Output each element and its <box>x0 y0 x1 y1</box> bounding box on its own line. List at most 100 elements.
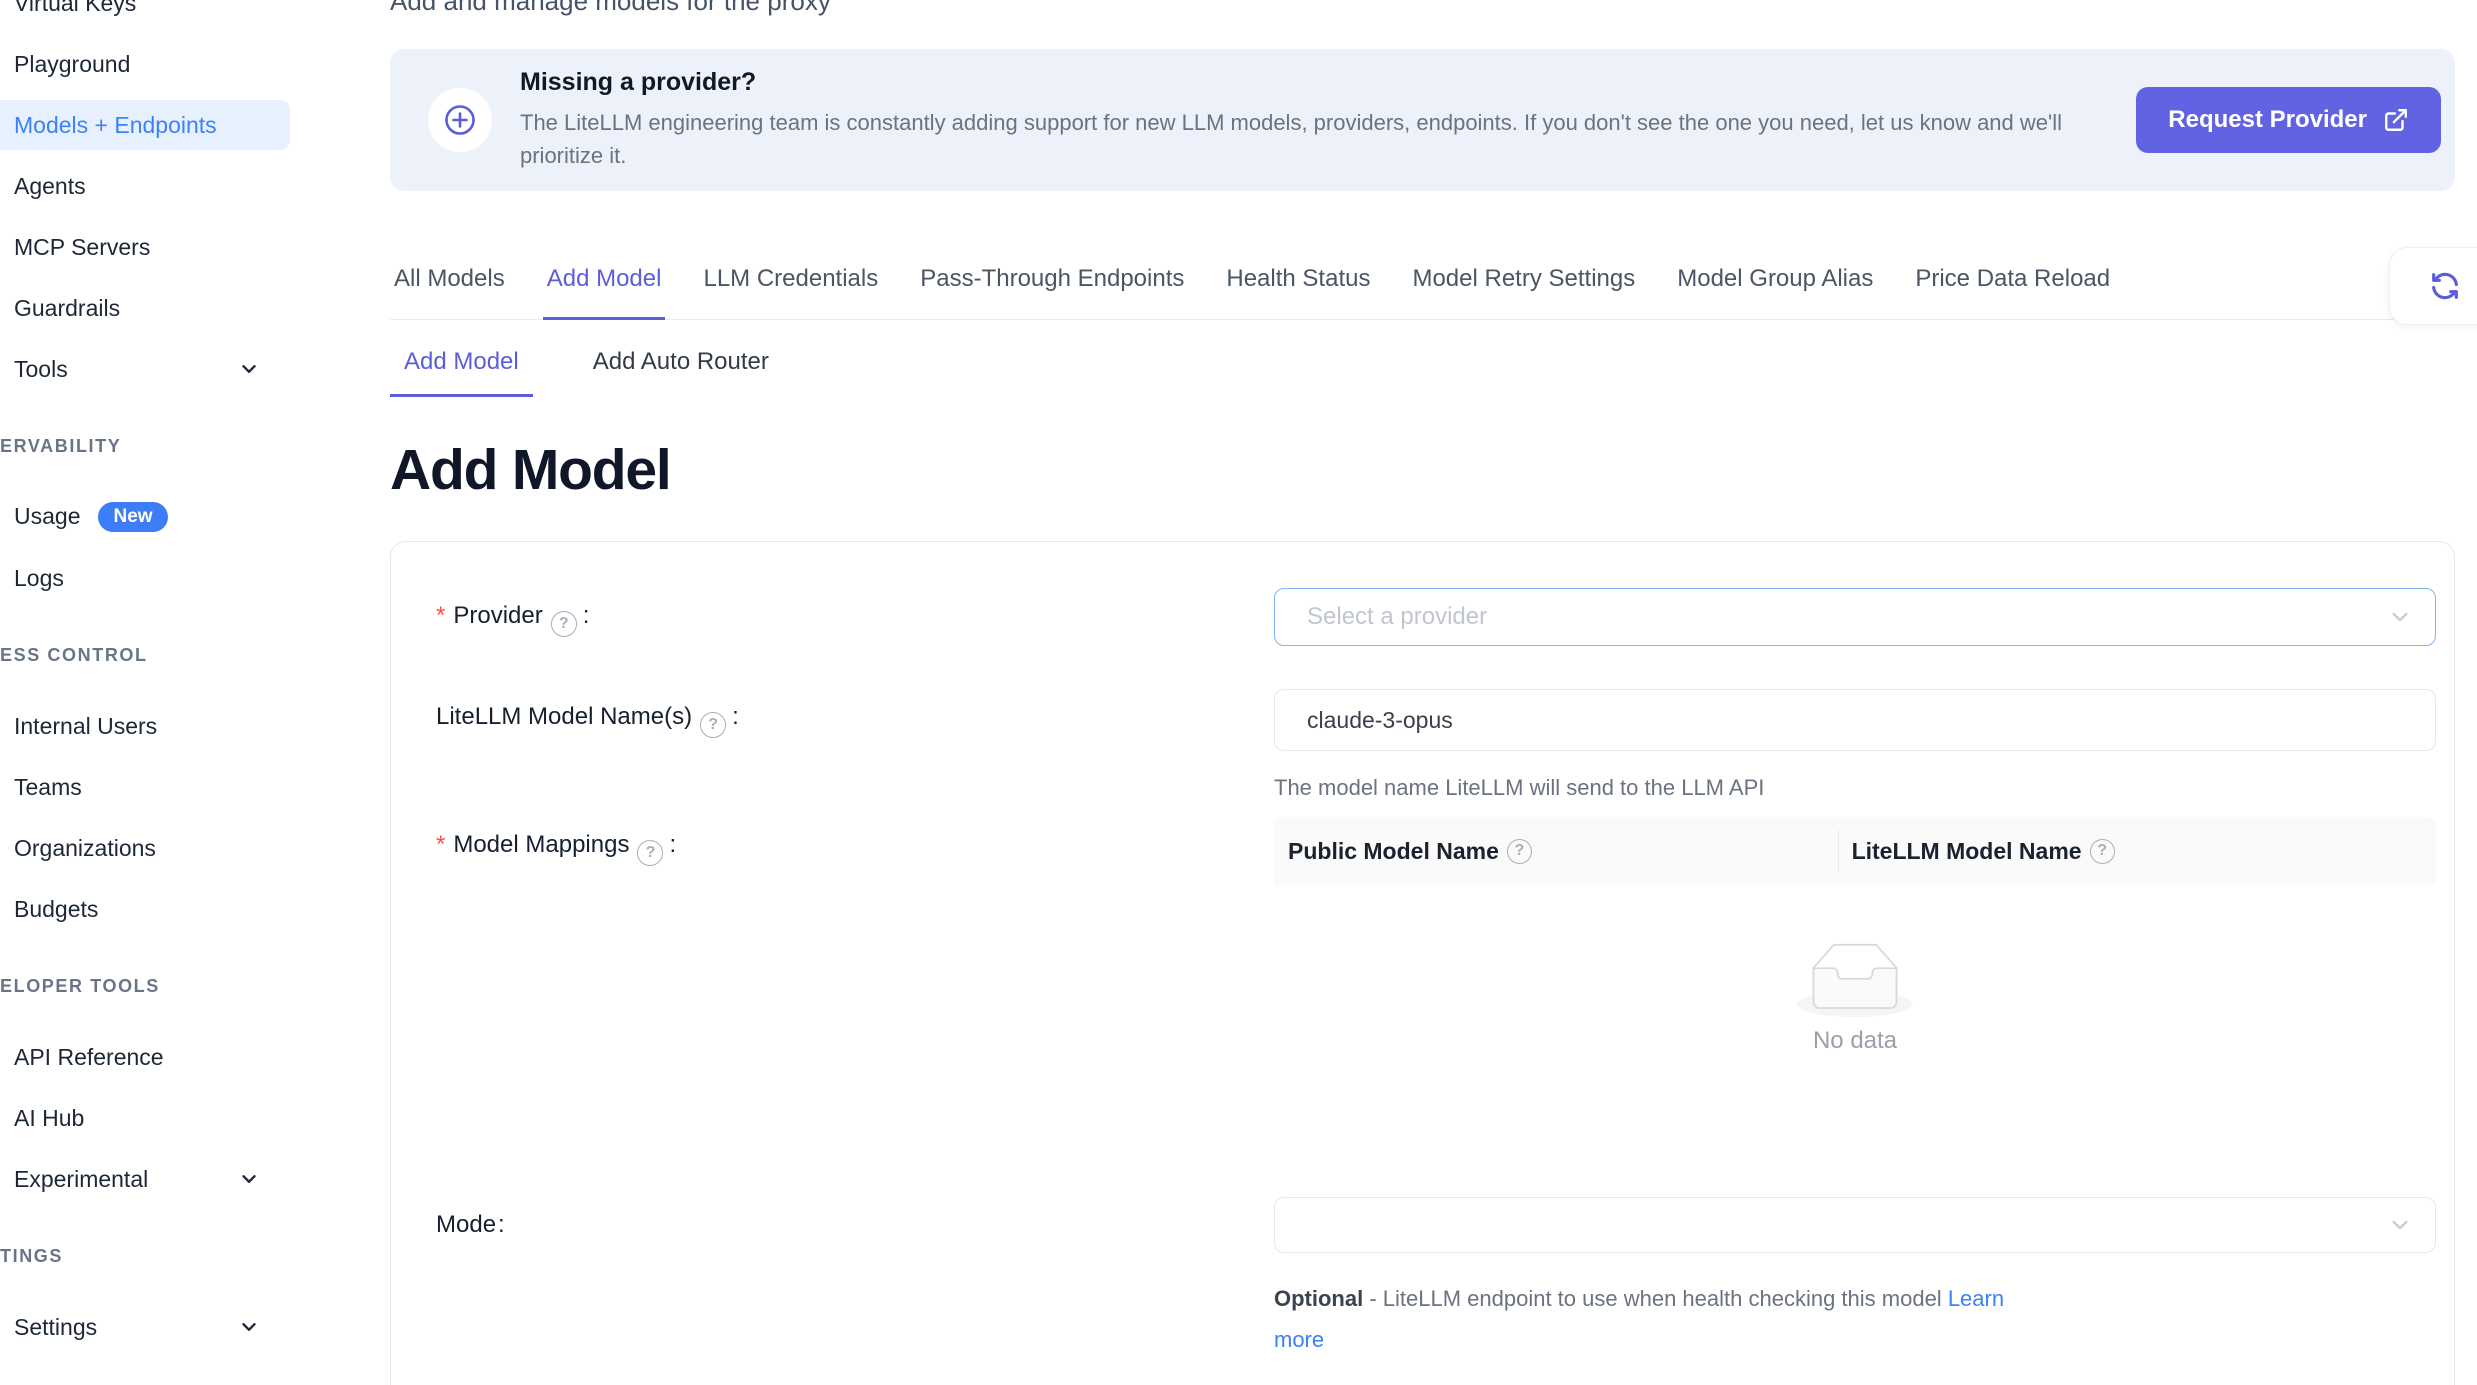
subtab-add-auto-router[interactable]: Add Auto Router <box>579 348 783 397</box>
sidebar-item-label: Guardrails <box>14 295 120 322</box>
sidebar-item-label: Internal Users <box>14 713 157 740</box>
empty-state: No data <box>1274 885 2436 1107</box>
provider-placeholder: Select a provider <box>1307 603 1487 631</box>
sidebar-item-label: AI Hub <box>14 1105 84 1132</box>
sidebar-item-guardrails[interactable]: Guardrails <box>6 283 290 333</box>
sidebar-item-api-reference[interactable]: API Reference <box>6 1032 290 1082</box>
question-circle-icon[interactable]: ? <box>551 611 577 637</box>
mode-row: Mode: Optional - LiteLLM endpoint to use… <box>436 1197 2436 1360</box>
model-mappings-label: *Model Mappings?: <box>436 817 1274 1107</box>
model-name-label: LiteLLM Model Name(s)?: <box>436 689 1274 801</box>
sidebar-item-teams[interactable]: Teams <box>6 762 290 812</box>
tab-llm-credentials[interactable]: LLM Credentials <box>699 265 882 320</box>
sidebar-item-label: Tools <box>14 356 68 383</box>
mappings-table-header: Public Model Name? LiteLLM Model Name? <box>1274 817 2436 885</box>
sidebar-item-tools[interactable]: Tools <box>6 344 290 394</box>
mode-select[interactable] <box>1274 1197 2436 1253</box>
sidebar: Virtual Keys Playground Models + Endpoin… <box>0 0 300 1385</box>
tab-model-retry-settings[interactable]: Model Retry Settings <box>1408 265 1639 320</box>
banner-description: The LiteLLM engineering team is constant… <box>520 106 2110 172</box>
sidebar-item-label: Budgets <box>14 896 98 923</box>
refresh-button[interactable] <box>2389 247 2477 325</box>
chevron-down-icon <box>2387 604 2413 630</box>
sidebar-item-settings[interactable]: Settings <box>6 1302 290 1352</box>
no-data-text: No data <box>1274 1027 2436 1055</box>
circle-plus-icon <box>428 88 492 152</box>
banner-title: Missing a provider? <box>520 68 2110 97</box>
sidebar-item-label: API Reference <box>14 1044 164 1071</box>
sidebar-item-label: Teams <box>14 774 82 801</box>
sidebar-item-experimental[interactable]: Experimental <box>6 1154 290 1204</box>
mode-control: Optional - LiteLLM endpoint to use when … <box>1274 1197 2436 1360</box>
external-link-icon <box>2383 107 2409 133</box>
chevron-down-icon <box>238 1168 260 1190</box>
model-mappings-table: Public Model Name? LiteLLM Model Name? <box>1274 817 2436 1107</box>
sidebar-item-internal-users[interactable]: Internal Users <box>6 701 290 751</box>
sidebar-section-developer-tools: ELOPER TOOLS <box>0 976 300 1000</box>
inbox-icon <box>1797 943 1913 1017</box>
litellm-model-name-input[interactable] <box>1274 689 2436 751</box>
sidebar-item-ai-hub[interactable]: AI Hub <box>6 1093 290 1143</box>
subtab-bar: Add Model Add Auto Router <box>390 348 2455 397</box>
chevron-down-icon <box>2387 1212 2413 1238</box>
sidebar-item-logs[interactable]: Logs <box>6 553 290 603</box>
sidebar-item-models-endpoints[interactable]: Models + Endpoints <box>0 100 290 150</box>
sidebar-section-settings: TINGS <box>0 1246 300 1270</box>
provider-control: Select a provider <box>1274 588 2436 646</box>
required-asterisk: * <box>436 602 445 629</box>
banner-text: Missing a provider? The LiteLLM engineer… <box>520 68 2110 172</box>
tab-price-data-reload[interactable]: Price Data Reload <box>1911 265 2114 320</box>
chevron-down-icon <box>238 358 260 380</box>
provider-select[interactable]: Select a provider <box>1274 588 2436 646</box>
sidebar-section-access-control: ESS CONTROL <box>0 645 300 669</box>
model-name-control: The model name LiteLLM will send to the … <box>1274 689 2436 801</box>
sidebar-item-mcp-servers[interactable]: MCP Servers <box>6 222 290 272</box>
tab-health-status[interactable]: Health Status <box>1222 265 1374 320</box>
sidebar-item-label: Experimental <box>14 1166 148 1193</box>
model-mappings-row: *Model Mappings?: Public Model Name? Lit… <box>436 817 2436 1107</box>
main-content: Add and manage models for the proxy Miss… <box>300 0 2477 1385</box>
refresh-icon <box>2428 269 2462 303</box>
column-public-model-name: Public Model Name? <box>1274 838 1838 865</box>
sidebar-item-playground[interactable]: Playground <box>6 39 290 89</box>
mode-label: Mode: <box>436 1197 1274 1360</box>
mode-helper-bold: Optional <box>1274 1286 1363 1311</box>
provider-row: *Provider?: Select a provider <box>436 588 2436 646</box>
request-provider-button[interactable]: Request Provider <box>2136 87 2441 153</box>
sidebar-item-usage[interactable]: Usage New <box>6 492 290 542</box>
subtab-add-model[interactable]: Add Model <box>390 348 533 397</box>
sidebar-item-agents[interactable]: Agents <box>6 161 290 211</box>
tab-model-group-alias[interactable]: Model Group Alias <box>1673 265 1877 320</box>
sidebar-item-label: Organizations <box>14 835 156 862</box>
question-circle-icon[interactable]: ? <box>1507 839 1532 864</box>
provider-label: *Provider?: <box>436 588 1274 646</box>
model-name-helper: The model name LiteLLM will send to the … <box>1274 775 2436 801</box>
question-circle-icon[interactable]: ? <box>700 712 726 738</box>
sidebar-item-label: Virtual Keys <box>14 0 136 17</box>
sidebar-item-label: MCP Servers <box>14 234 150 261</box>
sidebar-item-budgets[interactable]: Budgets <box>6 884 290 934</box>
sidebar-item-label: Usage <box>14 503 80 530</box>
tab-add-model[interactable]: Add Model <box>543 265 666 320</box>
sidebar-item-virtual-keys[interactable]: Virtual Keys <box>6 0 290 28</box>
mode-helper-text: - LiteLLM endpoint to use when health ch… <box>1363 1286 1948 1311</box>
request-provider-label: Request Provider <box>2168 106 2367 134</box>
missing-provider-banner: Missing a provider? The LiteLLM engineer… <box>390 49 2455 191</box>
sidebar-item-label: Agents <box>14 173 86 200</box>
mode-helper: Optional - LiteLLM endpoint to use when … <box>1274 1279 2024 1360</box>
sidebar-item-label: Playground <box>14 51 130 78</box>
question-circle-icon[interactable]: ? <box>637 840 663 866</box>
sidebar-item-label: Settings <box>14 1314 97 1341</box>
page-subtitle: Add and manage models for the proxy <box>390 0 2455 17</box>
new-badge: New <box>98 502 167 533</box>
page-title: Add Model <box>390 437 2455 503</box>
sidebar-item-label: Logs <box>14 565 64 592</box>
tab-all-models[interactable]: All Models <box>390 265 509 320</box>
tab-pass-through-endpoints[interactable]: Pass-Through Endpoints <box>916 265 1188 320</box>
column-litellm-model-name: LiteLLM Model Name? <box>1838 838 2436 865</box>
add-model-form-card: *Provider?: Select a provider LiteLLM Mo… <box>390 541 2455 1385</box>
required-asterisk: * <box>436 831 445 858</box>
model-name-row: LiteLLM Model Name(s)?: The model name L… <box>436 689 2436 801</box>
sidebar-item-organizations[interactable]: Organizations <box>6 823 290 873</box>
question-circle-icon[interactable]: ? <box>2090 839 2115 864</box>
